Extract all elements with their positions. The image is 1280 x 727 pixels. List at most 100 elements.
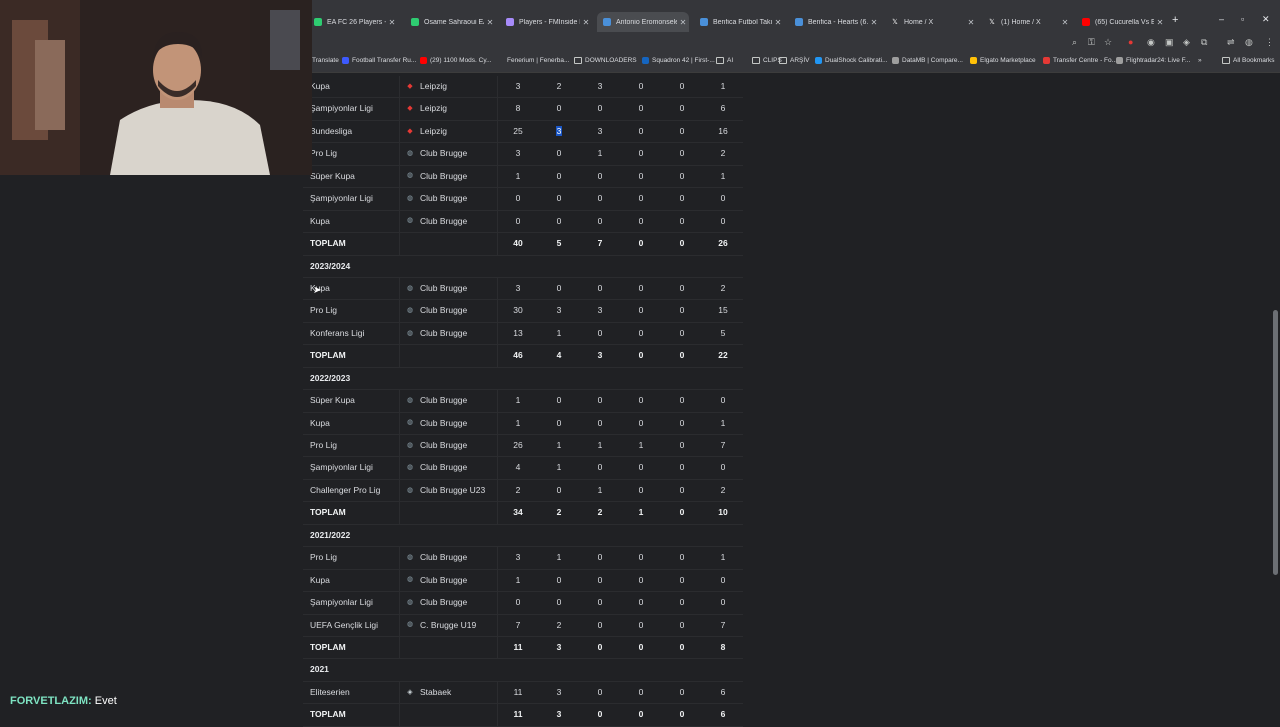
team-cell[interactable]: ◍ Club Brugge [406,570,467,591]
stat-number: 0 [515,193,521,204]
browser-tab[interactable]: 𝕏 (1) Home / X ✕ [982,12,1071,32]
bookmark-item[interactable]: DOWNLOADERS [574,57,637,64]
stat-value: 0 [667,480,697,501]
browser-tab[interactable]: Benfica - Hearts (6.08.✕ [789,12,880,32]
stat-number: 0 [679,686,685,697]
team-cell[interactable]: ◍ Club Brugge [406,435,467,456]
team-name: C. Brugge U19 [420,619,477,630]
browser-tab[interactable]: EA FC 26 Players - Ulti✕ [308,12,398,32]
season-label: 2021 [310,664,329,675]
bookmark-item[interactable]: Fenerium | Fenerba... [507,57,569,64]
stat-number: 1 [597,484,603,495]
sidebar-icon[interactable]: ⇌ [1227,37,1235,48]
team-cell[interactable]: ◍ Club Brugge [406,188,467,209]
tab-close-icon[interactable]: ✕ [484,18,496,27]
stat-number: 0 [597,686,603,697]
tab-close-icon[interactable]: ✕ [580,18,592,27]
stat-value: 2 [544,615,574,636]
stat-value: 0 [626,704,656,725]
page-scrollbar[interactable] [1273,310,1278,575]
browser-tab[interactable]: Osame Sahraoui EA FC✕ [405,12,496,32]
team-name: Stabaek [420,686,452,697]
stat-number: 15 [718,305,728,316]
maximize-button[interactable]: ▫ [1241,14,1244,24]
competition-name: Süper Kupa [310,170,355,181]
tab-close-icon[interactable]: ✕ [677,18,689,27]
team-cell[interactable]: ◍ C. Brugge U19 [406,615,476,636]
extensions-puzzle-icon[interactable]: ⧉ [1201,37,1207,48]
team-cell[interactable]: ◆ Leipzig [406,98,447,119]
bookmark-label: Flightradar24: Live F... [1126,57,1191,64]
bookmark-item[interactable]: Flightradar24: Live F... [1116,57,1190,64]
extension-icon[interactable]: ● [1128,37,1133,47]
stat-value: 5 [708,323,738,344]
stat-value: 0 [667,615,697,636]
browser-tab[interactable]: Players - FMInside Fo✕ [500,12,592,32]
menu-kebab-icon[interactable]: ⋮ [1265,37,1274,48]
team-cell[interactable]: ◍ Club Brugge [406,300,467,321]
team-cell[interactable]: ◈ Stabaek [406,682,451,703]
minimize-button[interactable]: – [1219,14,1224,24]
column-divider [399,188,400,210]
fminside-icon [506,18,514,26]
table-row: Pro Lig ◍ Club Brugge 30 3 3 0 0 15 [303,300,743,323]
bookmark-item[interactable]: DualShock Calibrati... [815,57,888,64]
bookmark-item[interactable]: ARŞİV [779,57,810,64]
bookmark-star-icon[interactable]: ☆ [1104,37,1112,48]
team-cell[interactable]: ◍ Club Brugge [406,390,467,411]
bookmark-item[interactable]: Football Transfer Ru... [342,57,416,64]
bookmark-item[interactable]: (29) 1100 Mods. Cy... [420,57,492,64]
team-cell[interactable]: ◆ Leipzig [406,76,447,97]
bookmark-item[interactable]: CLIPS [752,57,782,64]
stat-number: 0 [597,327,603,338]
team-cell[interactable]: ◆ Leipzig [406,121,447,142]
tab-close-icon[interactable]: ✕ [1154,18,1166,27]
stream-chat-message: FORVETLAZIM: Evet [10,695,117,707]
bookmark-item[interactable]: DataMB | Compare... [892,57,963,64]
folder-icon [1222,57,1230,64]
team-cell[interactable]: ◍ Club Brugge [406,211,467,232]
extension-icon[interactable]: ◈ [1183,37,1190,48]
stat-value: 0 [585,615,615,636]
search-icon[interactable]: ⌕ [1072,37,1077,48]
team-cell[interactable]: ◍ Club Brugge [406,547,467,568]
browser-tab[interactable]: 𝕏 Home / X ✕ [885,12,977,32]
club-crest-icon: ◍ [406,284,414,292]
browser-tab[interactable]: Benfica Futbol Takım ✕ [694,12,784,32]
stat-value: 3 [503,278,533,299]
password-key-icon[interactable]: ⚿ [1088,37,1095,48]
stat-value: 0 [585,592,615,613]
browser-tab[interactable]: Antonio Eromonsele ✕ [597,12,689,32]
bookmark-item[interactable]: Translate [312,57,339,64]
profile-avatar-icon[interactable]: ◍ [1245,37,1253,48]
team-cell[interactable]: ◍ Club Brugge [406,166,467,187]
stat-number: 0 [597,103,603,114]
club-crest-icon: ◍ [406,576,414,584]
bookmark-item[interactable]: Squadron 42 | First-... [642,57,715,64]
bookmark-item[interactable]: Elgato Marketplace [970,57,1036,64]
column-divider [399,592,400,614]
team-cell[interactable]: ◍ Club Brugge U23 [406,480,485,501]
extension-icon[interactable]: ◉ [1147,37,1155,48]
extension-icon[interactable]: ▣ [1165,37,1174,48]
team-cell[interactable]: ◍ Club Brugge [406,278,467,299]
browser-tab[interactable]: (65) Cucurella Vs End✕ [1076,12,1166,32]
close-window-button[interactable]: ✕ [1262,14,1270,25]
bookmark-label: Elgato Marketplace [980,57,1036,64]
team-cell[interactable]: ◍ Club Brugge [406,592,467,613]
tab-close-icon[interactable]: ✕ [772,18,784,27]
bookmarks-overflow-chevron-icon[interactable]: » [1198,57,1202,64]
team-cell[interactable]: ◍ Club Brugge [406,143,467,164]
tab-close-icon[interactable]: ✕ [965,18,977,27]
tab-close-icon[interactable]: ✕ [868,18,880,27]
team-cell[interactable]: ◍ Club Brugge [406,457,467,478]
team-cell[interactable]: ◍ Club Brugge [406,413,467,434]
tab-close-icon[interactable]: ✕ [386,18,398,27]
bookmark-item[interactable]: All Bookmarks [1222,57,1275,64]
new-tab-button[interactable]: + [1172,14,1178,26]
tab-close-icon[interactable]: ✕ [1059,18,1071,27]
bookmark-item[interactable]: Transfer Centre - Fo... [1043,57,1117,64]
team-cell[interactable]: ◍ Club Brugge [406,323,467,344]
bookmark-item[interactable]: AI [716,57,733,64]
stat-value: 0 [667,188,697,209]
